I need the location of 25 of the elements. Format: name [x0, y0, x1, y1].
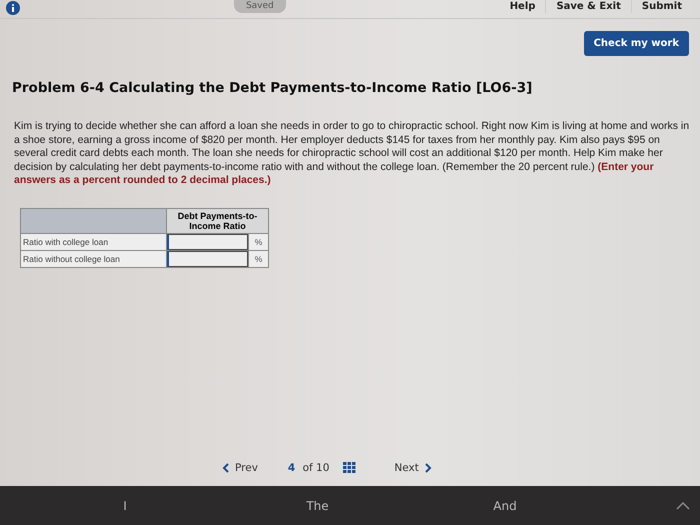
keyboard-suggestion[interactable]: I: [0, 498, 250, 512]
problem-title: Problem 6-4 Calculating the Debt Payments-to-Income Ratio [LO6-3]: [12, 80, 534, 96]
caret-up-icon[interactable]: [676, 502, 690, 510]
top-link[interactable]: Help: [500, 0, 546, 13]
answer-input[interactable]: [167, 234, 248, 250]
answer-input[interactable]: [167, 250, 248, 266]
next-button[interactable]: Next: [394, 462, 432, 474]
keyboard-suggestion[interactable]: And: [385, 498, 625, 512]
percent-unit: %: [254, 254, 264, 264]
problem-text: Kim is trying to decide whether she can afford a loan she needs in order to go to chiropractic school. Right now Kim is living at home and works in a shoe store, earning a gross income of $820 per month. Her employer deducts $145 for taxes from her monthly pay. Kim also pays $95 on several credit card debts each month. The loan she needs for chiropractic school will cost an additional $120 per month. Help Kim make her decision by calculating her debt payments-to-income ratio with and without the college loan. (Remember the 20 percent rule.) (Enter your answers as a percent rounded to 2 decimal places.): [14, 120, 690, 188]
row-label: Ratio without college loan: [20, 250, 166, 267]
grid-icon[interactable]: [343, 462, 356, 474]
check-my-work-button[interactable]: Check my work: [584, 31, 689, 56]
chevron-left-icon: [222, 463, 229, 473]
percent-unit: %: [254, 236, 264, 246]
chevron-right-icon: [424, 463, 432, 473]
keyboard-suggestion[interactable]: The: [250, 498, 385, 512]
page-counter: 4 of 10: [288, 462, 330, 474]
top-link[interactable]: Submit: [630, 0, 692, 13]
info-icon[interactable]: [6, 1, 20, 15]
top-link[interactable]: Save & Exit: [545, 0, 631, 13]
column-header: Debt Payments-to-Income Ratio: [166, 208, 268, 233]
prev-button[interactable]: Prev: [222, 462, 258, 474]
saved-status: Saved: [234, 0, 286, 13]
row-label: Ratio with college loan: [20, 233, 166, 250]
